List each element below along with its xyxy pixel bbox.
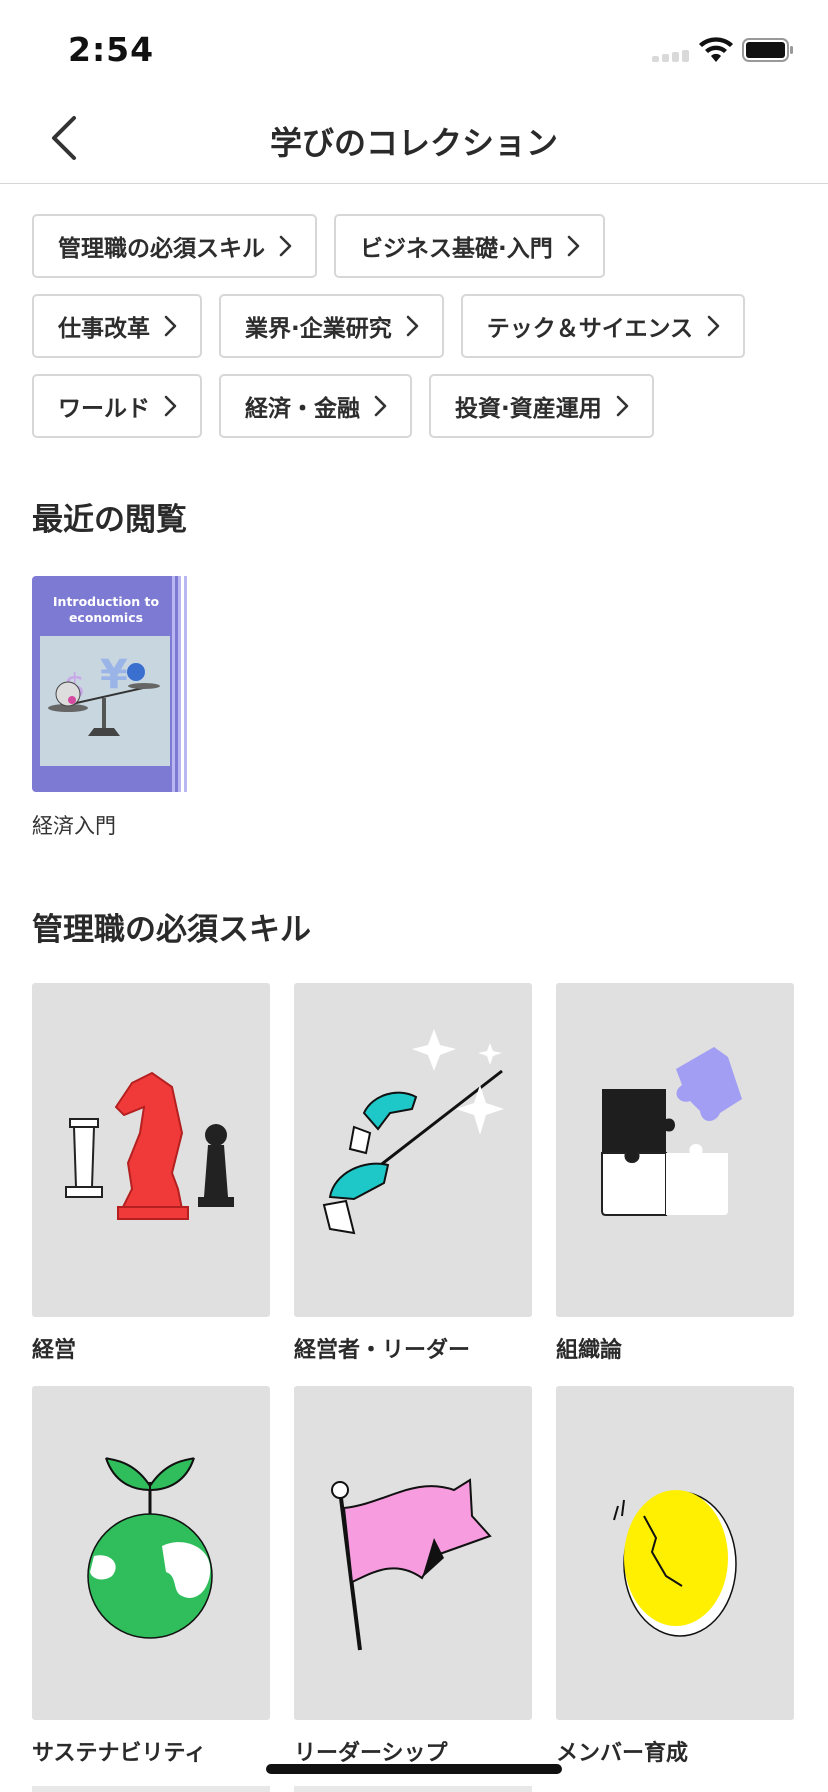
chip-industry-research[interactable]: 業界·企業研究 [219,294,444,358]
economics-scale-image: $ ¥ [40,636,170,766]
chip-row: 管理職の必須スキル ビジネス基礎·入門 [32,214,802,278]
chip-business-basics[interactable]: ビジネス基礎·入門 [334,214,605,278]
home-indicator[interactable] [266,1764,562,1774]
navigation-bar: 学びのコレクション [0,92,828,184]
status-time: 2:54 [68,30,155,69]
chevron-right-icon [374,395,387,417]
svg-text:¥: ¥ [100,652,128,698]
chip-label: ワールド [58,396,150,422]
conductor-hands-icon [322,1029,504,1235]
chevron-right-icon [164,315,177,337]
chevron-right-icon [707,315,720,337]
sprouting-globe-icon [87,1457,213,1639]
category-chips: 管理職の必須スキル ビジネス基礎·入門 仕事改革 業界·企業研究 テック＆サイエ… [32,214,802,454]
collection-card-organization[interactable] [556,983,794,1317]
collection-card-leadership[interactable] [294,1386,532,1720]
chess-pieces-icon [65,1071,234,1220]
chip-label: ビジネス基礎·入門 [360,236,553,262]
chip-label: 投資·資産運用 [455,396,602,422]
cracked-egg-icon [613,1490,737,1637]
card-label: サステナビリティ [32,1741,207,1766]
wifi-icon [699,37,733,62]
cellular-signal-icon [652,50,690,62]
chevron-right-icon [279,235,292,257]
card-label: メンバー育成 [556,1741,689,1766]
chip-row: ワールド 経済・金融 投資·資産運用 [32,374,802,438]
card-label: 経営者・リーダー [294,1338,471,1363]
battery-icon [742,38,793,62]
chip-management-skills[interactable]: 管理職の必須スキル [32,214,317,278]
chip-row: 仕事改革 業界·企業研究 テック＆サイエンス [32,294,802,358]
chip-tech-science[interactable]: テック＆サイエンス [460,294,746,358]
recent-book-card[interactable]: Introduction to economics $ ¥ [32,576,188,794]
chip-label: テック＆サイエンス [486,316,694,342]
chevron-right-icon [164,395,177,417]
collection-card-member-development[interactable] [556,1386,794,1720]
book-cover-title: Introduction to economics [52,594,160,625]
chip-label: 業界·企業研究 [245,316,392,342]
card-label: リーダーシップ [294,1741,448,1766]
chip-investment[interactable]: 投資·資産運用 [429,374,654,438]
chip-world[interactable]: ワールド [32,374,202,438]
chip-label: 管理職の必須スキル [58,236,265,262]
chevron-right-icon [567,235,580,257]
puzzle-pieces-icon [601,1047,742,1216]
chip-economy-finance[interactable]: 経済・金融 [219,374,412,438]
card-label: 組織論 [556,1338,623,1363]
chip-work-reform[interactable]: 仕事改革 [32,294,202,358]
chevron-right-icon [616,395,629,417]
page-title: 学びのコレクション [269,124,558,162]
collection-card-leaders[interactable] [294,983,532,1317]
chip-label: 仕事改革 [58,316,150,342]
management-section-title: 管理職の必須スキル [32,912,311,948]
next-row-card-peek [294,1786,532,1792]
collection-card-management[interactable] [32,983,270,1317]
recent-book-label: 経済入門 [32,814,116,838]
flag-icon [331,1478,492,1651]
card-label: 経営 [32,1338,77,1363]
chip-label: 経済・金融 [245,396,360,422]
next-row-card-peek [32,1786,270,1792]
recent-section-title: 最近の閲覧 [32,502,187,538]
book-cover: Introduction to economics $ ¥ [32,576,180,792]
chevron-right-icon [406,315,419,337]
collection-card-sustainability[interactable] [32,1386,270,1720]
status-bar: 2:54 [0,0,828,92]
